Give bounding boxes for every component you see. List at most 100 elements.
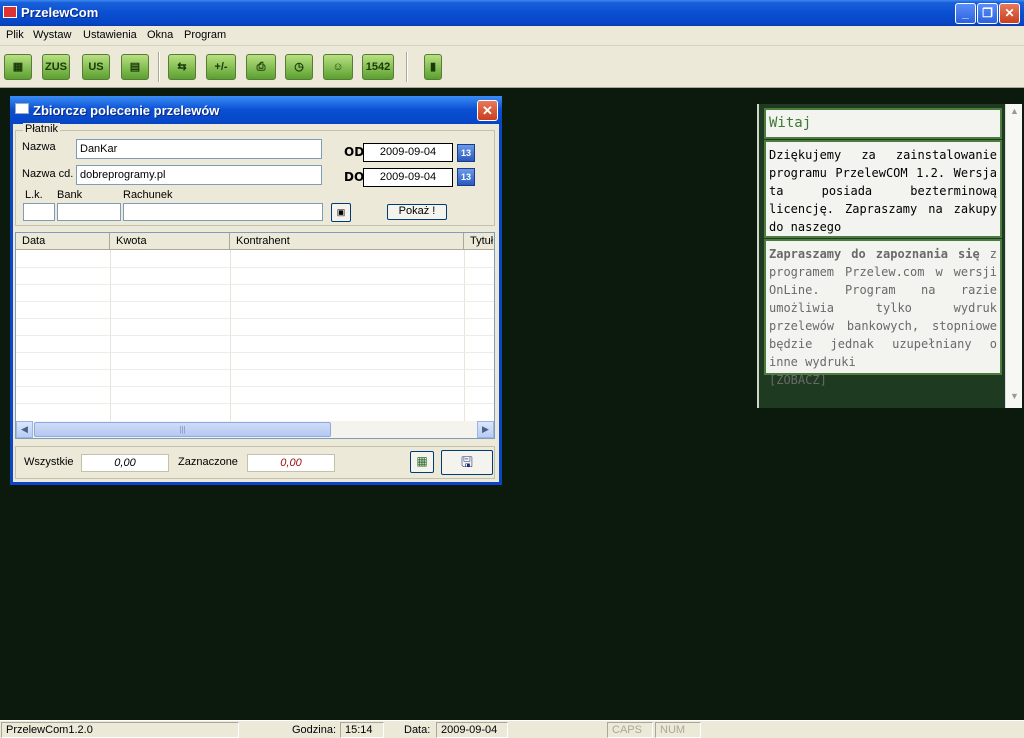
bank-label: Bank — [57, 189, 83, 201]
scroll-up-icon[interactable]: ▲ — [1007, 106, 1022, 121]
name-cd-label: Nazwa cd. — [22, 168, 74, 180]
date-to-field[interactable]: 2009-09-04 — [363, 168, 453, 187]
app-title-bar[interactable]: PrzelewCom _ ❐ ✕ — [0, 0, 1024, 26]
restore-button[interactable]: ❐ — [977, 3, 998, 24]
transfer-window: Zbiorcze polecenie przelewów ✕ Płatnik N… — [10, 96, 502, 485]
table-row — [16, 284, 494, 285]
table-row — [16, 386, 494, 387]
column-header-tytul[interactable]: Tytuł — [464, 233, 494, 250]
payer-group-title: Płatnik — [23, 123, 61, 135]
window-close-button[interactable]: ✕ — [477, 100, 498, 121]
minimize-button[interactable]: _ — [955, 3, 976, 24]
online-info-box: Zapraszamy do zapoznania się z programem… — [764, 239, 1002, 387]
scroll-right-icon[interactable]: ▶ — [477, 421, 494, 438]
account-picker-icon[interactable]: ▣ — [331, 203, 351, 222]
clock-icon[interactable]: ◷ — [285, 54, 313, 80]
column-header-kwota[interactable]: Kwota — [110, 233, 230, 250]
calendar-icon[interactable]: 13 — [457, 168, 475, 186]
window-title-bar[interactable]: Zbiorcze polecenie przelewów ✕ — [10, 96, 502, 124]
version-field: PrzelewCom1.2.0 — [1, 722, 239, 738]
date-value: 2009-09-04 — [436, 722, 508, 738]
date-label: Data: — [404, 724, 431, 736]
status-bar: PrzelewCom1.2.0 Godzina: 15:14 Data: 200… — [0, 720, 1024, 738]
calculator-icon[interactable]: ▦ — [4, 54, 32, 80]
vertical-scrollbar[interactable]: ▲ ▼ — [1005, 104, 1022, 408]
time-label: Godzina: — [292, 724, 337, 736]
scroll-left-icon[interactable]: ◀ — [16, 421, 33, 438]
printer-icon[interactable]: ⎙ — [246, 54, 276, 80]
scroll-thumb[interactable]: ||| — [34, 422, 331, 437]
do-label: DO — [344, 170, 365, 184]
table-row — [16, 267, 494, 268]
table-row — [16, 335, 494, 336]
table-row — [16, 369, 494, 370]
menu-wystaw[interactable]: Wystaw — [33, 29, 71, 41]
window-title: Zbiorcze polecenie przelewów — [33, 103, 220, 118]
column-header-data[interactable]: Data — [16, 233, 110, 250]
document-icon[interactable]: ▤ — [121, 54, 149, 80]
table-header: Data Kwota Kontrahent Tytuł — [16, 233, 494, 250]
plus-minus-button[interactable]: +/- — [206, 54, 236, 80]
scroll-down-icon[interactable]: ▼ — [1007, 391, 1022, 406]
column-divider — [230, 250, 231, 422]
online-info-text: z programem Przelew.com w wersji OnLine.… — [769, 247, 997, 369]
zus-button[interactable]: ZUS — [42, 54, 70, 80]
lk-label: L.k. — [25, 189, 43, 201]
calendar-icon[interactable]: 13 — [457, 144, 475, 162]
lk-field[interactable] — [23, 203, 55, 221]
see-link[interactable]: [ZOBACZ] — [769, 373, 827, 387]
close-button[interactable]: ✕ — [999, 3, 1020, 24]
toolbar-separator — [406, 52, 408, 82]
name-field[interactable]: DanKar — [76, 139, 322, 159]
caps-indicator: CAPS — [607, 722, 653, 738]
welcome-title: Witaj — [769, 115, 812, 131]
exit-door-icon[interactable]: ▮ — [424, 54, 442, 80]
save-icon[interactable]: 🖫 — [441, 450, 493, 475]
menu-program[interactable]: Program — [184, 29, 226, 41]
window-icon — [15, 103, 29, 114]
welcome-message-box: Dziękujemy za zainstalowanie programu Pr… — [764, 140, 1002, 252]
selected-label: Zaznaczone — [178, 456, 238, 468]
menu-okna[interactable]: Okna — [147, 29, 173, 41]
column-header-kontrahent[interactable]: Kontrahent — [230, 233, 464, 250]
num-indicator: NUM — [655, 722, 701, 738]
all-amount: 0,00 — [81, 454, 169, 472]
show-button[interactable]: Pokaż ! — [387, 204, 447, 220]
totals-bar: Wszystkie 0,00 Zaznaczone 0,00 ▦ 🖫 — [15, 446, 495, 479]
horizontal-scrollbar[interactable]: ◀ ||| ▶ — [16, 421, 494, 438]
welcome-message-text: Dziękujemy za zainstalowanie programu Pr… — [769, 148, 997, 234]
transfers-table: Data Kwota Kontrahent Tytuł ◀ ||| ▶ — [15, 232, 495, 439]
menu-ustawienia[interactable]: Ustawienia — [83, 29, 137, 41]
selected-amount: 0,00 — [247, 454, 335, 472]
number-button[interactable]: 1542 — [362, 54, 394, 80]
column-divider — [110, 250, 111, 422]
us-button[interactable]: US — [82, 54, 110, 80]
bank-field[interactable] — [57, 203, 121, 221]
table-row — [16, 318, 494, 319]
toolbar: ▦ ZUS US ▤ ⇆ +/- ⎙ ◷ ☺ 1542 ▮ — [0, 46, 1024, 88]
app-title: PrzelewCom — [21, 5, 99, 20]
toolbar-separator — [158, 52, 160, 82]
time-value: 15:14 — [340, 722, 384, 738]
od-label: OD — [344, 145, 365, 159]
account-field[interactable] — [123, 203, 323, 221]
menu-plik[interactable]: Plik — [6, 29, 24, 41]
table-row — [16, 301, 494, 302]
all-label: Wszystkie — [24, 456, 74, 468]
account-label: Rachunek — [123, 189, 173, 201]
user-icon[interactable]: ☺ — [323, 54, 353, 80]
transfer-icon[interactable]: ⇆ — [168, 54, 196, 80]
online-info-heading: Zapraszamy do zapoznania się — [769, 247, 980, 261]
payer-group: Płatnik Nazwa DanKar Nazwa cd. dobreprog… — [15, 123, 495, 226]
date-from-field[interactable]: 2009-09-04 — [363, 143, 453, 162]
table-row — [16, 352, 494, 353]
name-label: Nazwa — [22, 141, 56, 153]
table-row — [16, 403, 494, 404]
online-info: Zapraszamy do zapoznania się z programem… — [766, 241, 1000, 393]
menu-bar: Plik Wystaw Ustawienia Okna Program — [0, 26, 1024, 46]
welcome-panel: Witaj Dziękujemy za zainstalowanie progr… — [757, 104, 1022, 408]
calculator-icon[interactable]: ▦ — [410, 451, 434, 473]
app-icon — [3, 6, 17, 18]
welcome-title-box: Witaj — [764, 108, 1002, 139]
name-cd-field[interactable]: dobreprogramy.pl — [76, 165, 322, 185]
